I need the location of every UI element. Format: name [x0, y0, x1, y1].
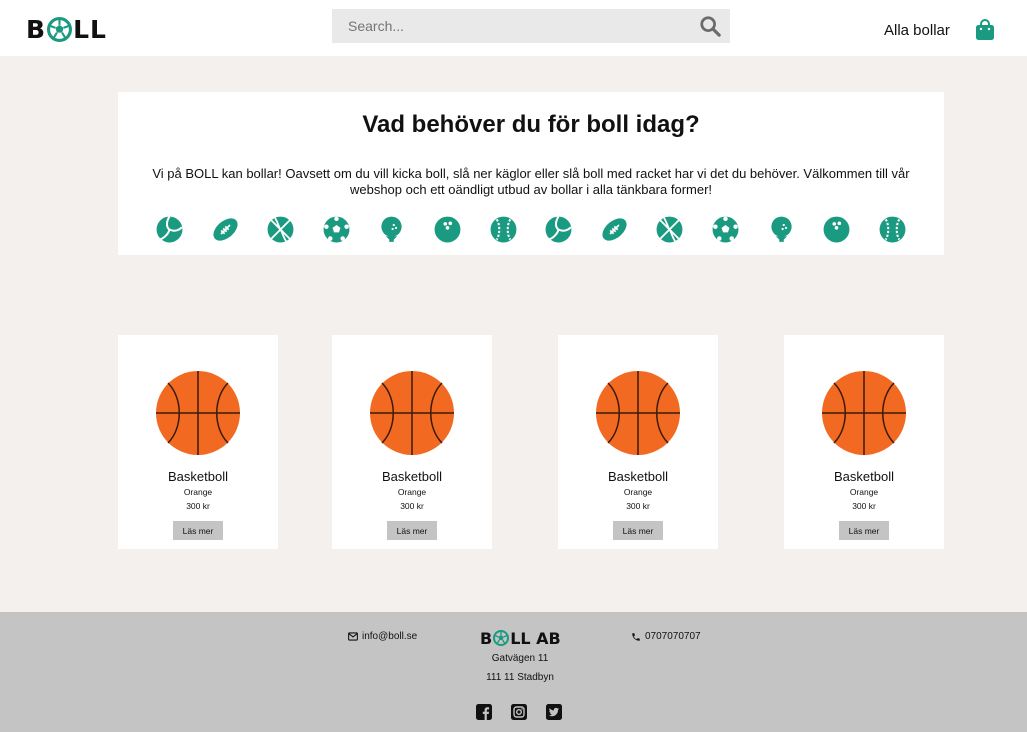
footer-address-city: 111 11 Stadbyn	[486, 672, 554, 683]
product-name: Basketboll	[168, 469, 228, 484]
product-card: Basketboll Orange 300 kr Läs mer	[558, 335, 718, 549]
footer-logo-start: B	[480, 628, 493, 648]
baseball-icon[interactable]	[879, 216, 906, 243]
basketball-icon[interactable]	[267, 216, 294, 243]
product-name: Basketboll	[834, 469, 894, 484]
product-color: Orange	[623, 487, 653, 497]
basketball-image	[370, 371, 454, 455]
search-bar	[332, 9, 730, 43]
product-name: Basketboll	[382, 469, 442, 484]
american-football-icon[interactable]	[212, 216, 239, 243]
phone-icon	[632, 632, 640, 641]
bowling-ball-icon[interactable]	[823, 216, 850, 243]
site-header: B LL Alla bollar	[0, 0, 1027, 56]
footer-address-street: Gatvägen 11	[491, 653, 549, 664]
product-color: Orange	[849, 487, 879, 497]
category-icons	[156, 216, 906, 244]
basketball-icon[interactable]	[656, 216, 683, 243]
product-card: Basketboll Orange 300 kr Läs mer	[118, 335, 278, 549]
footer-phone-text: 0707070707	[645, 631, 701, 642]
instagram-icon[interactable]	[511, 704, 527, 720]
footer-email[interactable]: info@boll.se	[348, 631, 417, 642]
american-football-icon[interactable]	[601, 216, 628, 243]
product-price: 300 kr	[400, 501, 424, 511]
logo-text-end: LL	[73, 14, 107, 44]
product-card: Basketboll Orange 300 kr Läs mer	[784, 335, 944, 549]
product-card: Basketboll Orange 300 kr Läs mer	[332, 335, 492, 549]
intro-panel: Vad behöver du för boll idag? Vi på BOLL…	[118, 92, 944, 255]
product-name: Basketboll	[608, 469, 668, 484]
search-icon[interactable]	[699, 15, 721, 37]
product-color: Orange	[183, 487, 213, 497]
footer-logo: B LL AB	[480, 628, 562, 648]
volleyball-icon[interactable]	[156, 216, 183, 243]
footer-logo-end: LL AB	[510, 628, 561, 648]
site-footer: info@boll.se B LL AB 0707070707 Gatvägen…	[0, 612, 1027, 732]
basketball-image	[596, 371, 680, 455]
soccer-ball-logo-icon	[493, 630, 510, 646]
soccer-ball-icon[interactable]	[323, 216, 350, 243]
footer-phone[interactable]: 0707070707	[631, 631, 701, 642]
page-title: Vad behöver du för boll idag?	[362, 111, 700, 138]
read-more-button[interactable]: Läs mer	[387, 521, 437, 540]
product-price: 300 kr	[626, 501, 650, 511]
baseball-icon[interactable]	[490, 216, 517, 243]
nav-link-all-balls[interactable]: Alla bollar	[884, 22, 950, 39]
volleyball-icon[interactable]	[545, 216, 572, 243]
shopping-bag-icon[interactable]	[975, 19, 995, 41]
read-more-button[interactable]: Läs mer	[173, 521, 223, 540]
product-color: Orange	[397, 487, 427, 497]
bowling-ball-icon[interactable]	[434, 216, 461, 243]
golf-ball-icon[interactable]	[768, 216, 795, 243]
twitter-icon[interactable]	[546, 704, 562, 720]
soccer-ball-icon[interactable]	[712, 216, 739, 243]
soccer-ball-logo-icon	[47, 16, 73, 42]
basketball-image	[822, 371, 906, 455]
logo-text-start: B	[26, 14, 47, 44]
product-price: 300 kr	[852, 501, 876, 511]
intro-text: Vi på BOLL kan bollar! Oavsett om du vil…	[152, 166, 910, 197]
facebook-icon[interactable]	[476, 704, 492, 720]
envelope-icon	[348, 632, 358, 641]
product-price: 300 kr	[186, 501, 210, 511]
search-input[interactable]	[332, 9, 692, 43]
golf-ball-icon[interactable]	[378, 216, 405, 243]
read-more-button[interactable]: Läs mer	[839, 521, 889, 540]
basketball-image	[156, 371, 240, 455]
logo[interactable]: B LL	[26, 14, 107, 44]
read-more-button[interactable]: Läs mer	[613, 521, 663, 540]
footer-email-text: info@boll.se	[362, 631, 418, 642]
